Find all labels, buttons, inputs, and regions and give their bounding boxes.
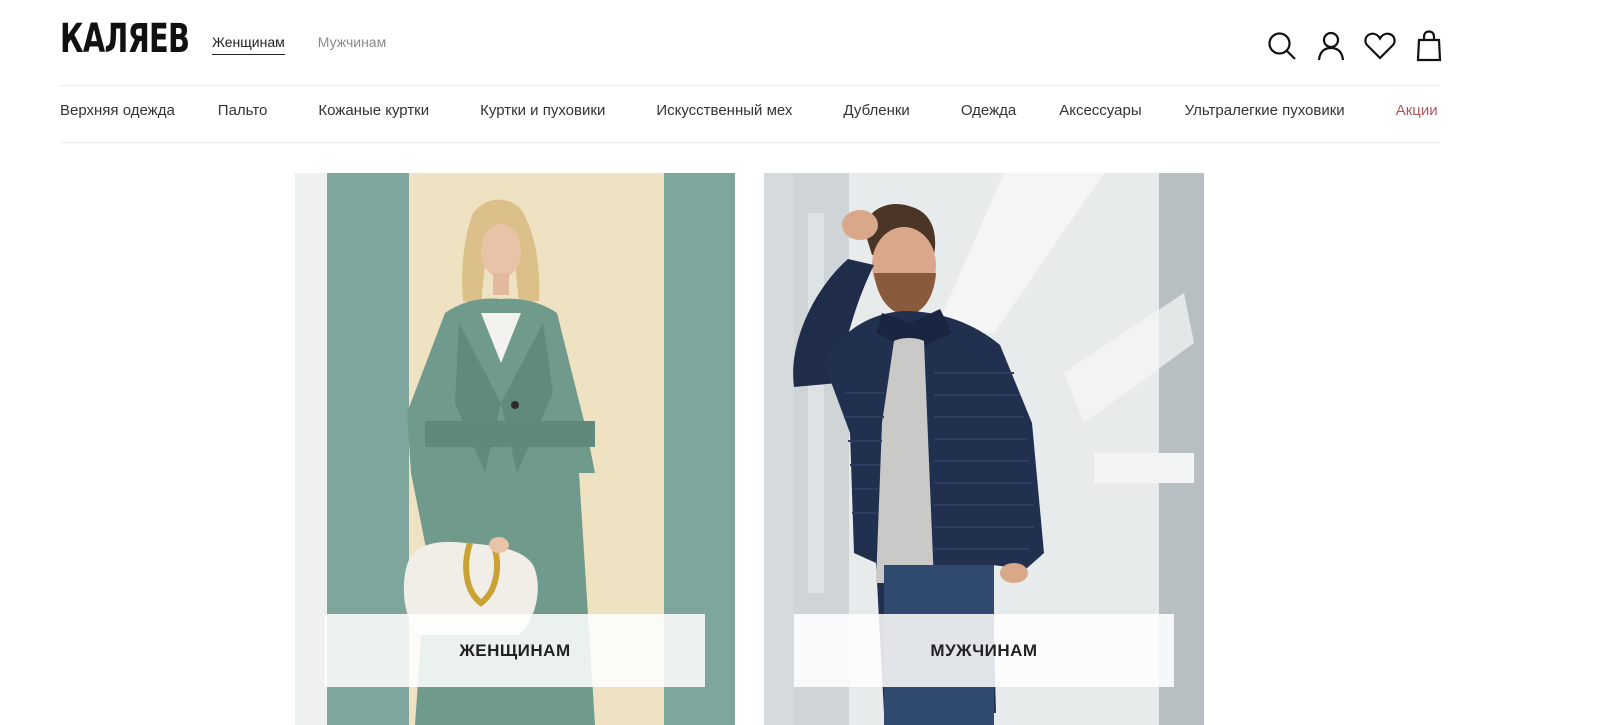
gender-tab-women[interactable]: Женщинам xyxy=(212,34,285,55)
category-item-ultralight-down[interactable]: Ультралегкие пуховики xyxy=(1185,102,1345,119)
gender-nav: Женщинам Мужчинам xyxy=(212,34,386,55)
category-item-sheepskin[interactable]: Дубленки xyxy=(843,102,909,119)
category-item-outerwear[interactable]: Верхняя одежда xyxy=(60,102,175,119)
category-item-clothing[interactable]: Одежда xyxy=(961,102,1016,119)
gender-tab-men[interactable]: Мужчинам xyxy=(318,34,386,55)
search-icon[interactable] xyxy=(1266,28,1298,64)
category-item-leather-jackets[interactable]: Кожаные куртки xyxy=(318,102,429,119)
nav-divider xyxy=(60,142,1440,143)
women-category-card[interactable]: ЖЕНЩИНАМ xyxy=(295,173,735,725)
category-item-accessories[interactable]: Аксессуары xyxy=(1059,102,1141,119)
women-card-label[interactable]: ЖЕНЩИНАМ xyxy=(325,614,705,687)
brand-logo[interactable]: КАЛЯЕВ xyxy=(60,14,190,64)
bag-icon[interactable] xyxy=(1413,28,1445,64)
heart-icon[interactable] xyxy=(1364,28,1396,64)
men-card-label[interactable]: МУЖЧИНАМ xyxy=(794,614,1174,687)
category-item-sale[interactable]: Акции xyxy=(1396,102,1438,119)
category-item-jackets-down[interactable]: Куртки и пуховики xyxy=(480,102,605,119)
category-nav: Верхняя одежда Пальто Кожаные куртки Кур… xyxy=(60,102,1438,119)
site-header: КАЛЯЕВ Женщинам Мужчинам Верхняя одежда … xyxy=(0,0,1600,145)
header-divider xyxy=(60,85,1440,86)
user-icon[interactable] xyxy=(1315,28,1347,64)
header-icons xyxy=(1266,28,1445,64)
category-item-coats[interactable]: Пальто xyxy=(218,102,268,119)
category-item-faux-fur[interactable]: Искусственный мех xyxy=(656,102,792,119)
men-category-card[interactable]: МУЖЧИНАМ xyxy=(764,173,1204,725)
